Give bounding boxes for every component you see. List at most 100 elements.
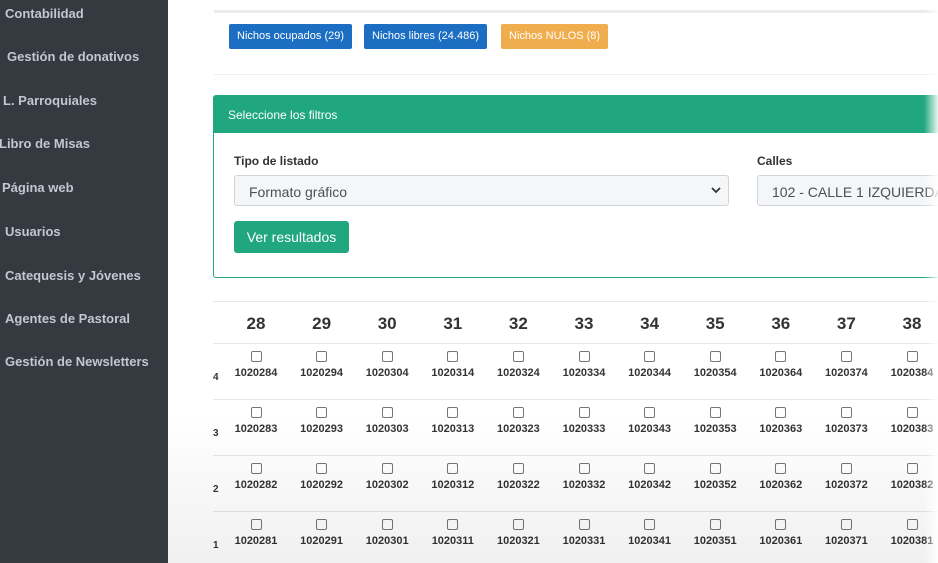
nicho-checkbox[interactable] <box>316 463 328 474</box>
nicho-checkbox[interactable] <box>709 407 721 418</box>
nicho-checkbox[interactable] <box>381 407 393 418</box>
nicho-checkbox[interactable] <box>644 407 656 418</box>
nicho-checkbox[interactable] <box>709 351 721 362</box>
nicho-checkbox[interactable] <box>250 351 262 362</box>
nicho-cell: 1020333 <box>551 400 617 435</box>
nicho-checkbox[interactable] <box>775 463 787 474</box>
nicho-checkbox[interactable] <box>316 407 328 418</box>
nicho-cell: 1020374 <box>813 344 879 379</box>
nicho-cell: 1020341 <box>617 512 683 547</box>
nicho-checkbox[interactable] <box>578 351 590 362</box>
nicho-checkbox[interactable] <box>381 519 393 530</box>
nicho-checkbox[interactable] <box>709 463 721 474</box>
nicho-checkbox[interactable] <box>906 519 918 530</box>
nicho-cell: 1020293 <box>289 400 355 435</box>
column-header: 31 <box>443 314 463 333</box>
nicho-cell: 1020303 <box>354 400 420 435</box>
sidebar-item-donativos[interactable]: Gestión de donativos <box>7 49 139 64</box>
nicho-checkbox[interactable] <box>447 519 459 530</box>
column-header: 33 <box>574 314 594 333</box>
nicho-code: 1020324 <box>496 367 540 379</box>
nicho-code: 1020362 <box>759 479 803 491</box>
sidebar-item-contabilidad[interactable]: Contabilidad <box>5 6 84 21</box>
nicho-checkbox[interactable] <box>512 519 524 530</box>
nicho-checkbox[interactable] <box>512 407 524 418</box>
nicho-checkbox[interactable] <box>906 351 918 362</box>
nichos-ocupados-button[interactable]: Nichos ocupados (29) <box>229 24 353 49</box>
nicho-cell: 1020352 <box>682 456 748 491</box>
nicho-cell: 1020324 <box>485 344 551 379</box>
tipo-listado-value: Formato gráfico <box>249 184 348 200</box>
tipo-listado-select[interactable]: Formato gráfico <box>234 175 729 206</box>
nicho-code: 1020304 <box>365 367 409 379</box>
nicho-cell: 1020304 <box>354 344 420 379</box>
nicho-cell: 1020363 <box>748 400 814 435</box>
nicho-code: 1020364 <box>759 367 803 379</box>
nicho-checkbox[interactable] <box>447 463 459 474</box>
ver-resultados-button[interactable]: Ver resultados <box>234 221 349 253</box>
nicho-checkbox[interactable] <box>250 463 262 474</box>
nicho-code: 1020354 <box>693 367 737 379</box>
nicho-code: 1020314 <box>431 367 475 379</box>
nicho-checkbox[interactable] <box>840 407 852 418</box>
nicho-checkbox[interactable] <box>512 351 524 362</box>
table-row: 1 1020281 1020291 1020301 1020311 1020321 1020… <box>213 512 938 563</box>
sidebar-item-catequesis[interactable]: Catequesis y Jóvenes <box>5 268 141 283</box>
nicho-checkbox[interactable] <box>250 519 262 530</box>
nichos-nulos-button[interactable]: Nichos NULOS (8) <box>501 24 609 49</box>
nicho-cell: 1020353 <box>682 400 748 435</box>
nicho-cell: 1020364 <box>748 344 814 379</box>
nicho-checkbox[interactable] <box>775 407 787 418</box>
nicho-code: 1020294 <box>300 367 343 379</box>
sidebar-item-misas[interactable]: Libro de Misas <box>0 136 90 151</box>
sidebar-item-usuarios[interactable]: Usuarios <box>5 224 61 239</box>
nicho-code: 1020284 <box>234 367 278 379</box>
column-header: 28 <box>246 314 266 333</box>
nichos-libres-button[interactable]: Nichos libres (24.486) <box>364 24 487 49</box>
nicho-checkbox[interactable] <box>316 351 328 362</box>
nicho-code: 1020352 <box>693 479 737 491</box>
nicho-code: 1020342 <box>628 479 671 491</box>
sidebar-item-agentes[interactable]: Agentes de Pastoral <box>5 311 130 326</box>
nicho-checkbox[interactable] <box>775 351 787 362</box>
nicho-code: 1020282 <box>234 479 278 491</box>
nicho-code: 1020353 <box>693 423 737 435</box>
nicho-checkbox[interactable] <box>512 463 524 474</box>
nicho-cell: 1020344 <box>617 344 683 379</box>
nicho-checkbox[interactable] <box>381 463 393 474</box>
nicho-code: 1020343 <box>628 423 671 435</box>
nicho-checkbox[interactable] <box>644 351 656 362</box>
nicho-checkbox[interactable] <box>578 407 590 418</box>
table-row: 4 1020284 1020294 1020304 1020314 1020324 1020… <box>213 344 938 400</box>
nicho-checkbox[interactable] <box>447 407 459 418</box>
chevron-down-icon <box>711 187 721 194</box>
calles-select[interactable]: 102 - CALLE 1 IZQUIERDA A <box>757 175 938 206</box>
sidebar-item-newsletters[interactable]: Gestión de Newsletters <box>5 354 149 369</box>
nicho-checkbox[interactable] <box>578 463 590 474</box>
nicho-checkbox[interactable] <box>840 463 852 474</box>
nicho-checkbox[interactable] <box>644 519 656 530</box>
calles-value: 102 - CALLE 1 IZQUIERDA A <box>772 184 938 200</box>
nicho-checkbox[interactable] <box>381 351 393 362</box>
nicho-checkbox[interactable] <box>906 463 918 474</box>
sidebar-item-parroquiales[interactable]: L. Parroquiales <box>3 93 97 108</box>
nicho-checkbox[interactable] <box>250 407 262 418</box>
nicho-code: 1020341 <box>628 535 671 547</box>
nicho-checkbox[interactable] <box>709 519 721 530</box>
nicho-code: 1020374 <box>824 367 868 379</box>
nicho-checkbox[interactable] <box>316 519 328 530</box>
nicho-checkbox[interactable] <box>840 351 852 362</box>
nicho-cell: 1020314 <box>420 344 486 379</box>
column-header: 30 <box>377 314 397 333</box>
nicho-checkbox[interactable] <box>578 519 590 530</box>
nicho-code: 1020303 <box>365 423 409 435</box>
nicho-checkbox[interactable] <box>447 351 459 362</box>
nicho-code: 1020283 <box>234 423 278 435</box>
nicho-checkbox[interactable] <box>840 519 852 530</box>
nicho-checkbox[interactable] <box>906 407 918 418</box>
nicho-checkbox[interactable] <box>775 519 787 530</box>
nicho-cell: 1020323 <box>485 400 551 435</box>
nicho-checkbox[interactable] <box>644 463 656 474</box>
sidebar-item-web[interactable]: Página web <box>2 180 74 195</box>
nicho-cell: 1020372 <box>813 456 879 491</box>
